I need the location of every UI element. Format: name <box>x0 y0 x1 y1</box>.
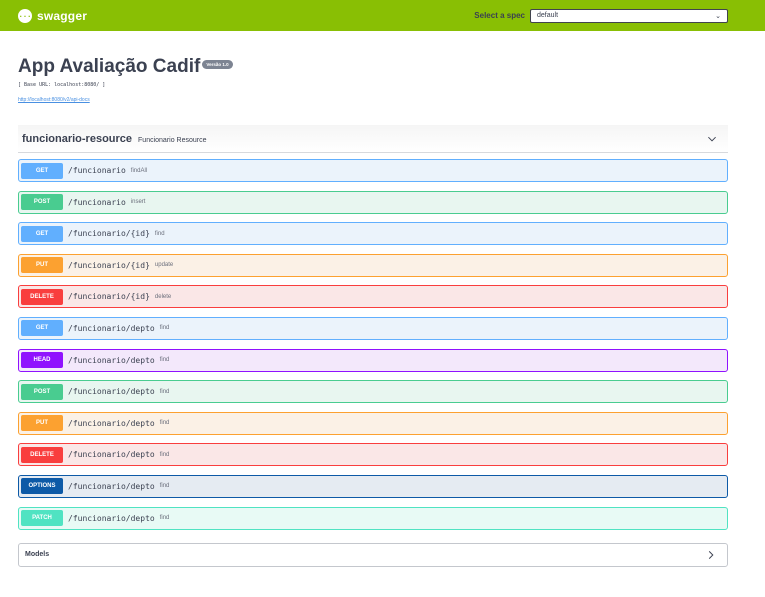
spec-select-value: default <box>537 12 559 19</box>
method-badge: PATCH <box>21 510 63 527</box>
tag-description: Funcionario Resource <box>138 136 207 144</box>
method-badge: PUT <box>21 257 63 274</box>
method-badge: POST <box>21 383 63 400</box>
spec-select[interactable]: default ⌄ <box>530 8 728 23</box>
operation-summary: insert <box>130 199 146 206</box>
tag-title: funcionario-resource Funcionario Resourc… <box>22 133 207 145</box>
api-docs-link[interactable]: http://localhost:8080/v2/api-docs <box>18 97 90 103</box>
operation-delete-funcionario-id[interactable]: DELETE /funcionario/{id} delete <box>18 285 728 309</box>
operation-path: /funcionario/depto <box>68 418 155 428</box>
operation-summary: find <box>159 357 170 364</box>
spec-label: Select a spec <box>474 11 525 20</box>
operation-put-funcionario-depto[interactable]: PUT /funcionario/depto find <box>18 411 728 435</box>
operation-path: /funcionario/depto <box>68 481 155 491</box>
method-badge: GET <box>21 320 63 337</box>
operation-path: /funcionario/{id} <box>68 260 150 270</box>
method-badge: HEAD <box>21 352 63 369</box>
operation-get-funcionario-depto[interactable]: GET /funcionario/depto find <box>18 316 728 340</box>
page-title: App Avaliação Cadif <box>18 56 201 77</box>
api-info: App Avaliação Cadif Versão 1.0 [ Base UR… <box>0 31 765 106</box>
brand[interactable]: {...} swagger <box>14 8 88 23</box>
operation-summary: find <box>159 451 170 458</box>
base-url: [ Base URL: localhost:8080/ ] <box>18 82 106 88</box>
operation-summary: delete <box>154 293 172 300</box>
brand-name: swagger <box>37 8 88 23</box>
chevron-right-icon[interactable] <box>705 549 717 561</box>
swagger-logo-icon: {...} <box>14 8 36 23</box>
operation-summary: update <box>154 262 174 269</box>
operation-head-funcionario-depto[interactable]: HEAD /funcionario/depto find <box>18 348 728 372</box>
method-badge: GET <box>21 225 63 242</box>
method-badge: DELETE <box>21 288 63 305</box>
operation-path: /funcionario/depto <box>68 323 155 333</box>
method-badge: OPTIONS <box>21 478 63 495</box>
operation-path: /funcionario/depto <box>68 355 155 365</box>
operation-path: /funcionario <box>68 166 126 175</box>
operation-summary: find <box>159 420 170 427</box>
top-bar: {...} swagger Select a spec default ⌄ <box>0 0 765 31</box>
operation-options-funcionario-depto[interactable]: OPTIONS /funcionario/depto find <box>18 474 728 498</box>
method-badge: POST <box>21 194 63 211</box>
operation-path: /funcionario/depto <box>68 513 155 523</box>
operation-path: /funcionario/{id} <box>68 292 150 302</box>
title-row: App Avaliação Cadif Versão 1.0 <box>18 56 747 78</box>
method-badge: PUT <box>21 415 63 432</box>
operation-get-funcionario[interactable]: GET /funcionario findAll <box>18 159 728 182</box>
tag-name: funcionario-resource <box>22 132 133 145</box>
operation-summary: find <box>159 388 170 395</box>
tag-header-funcionario-resource[interactable]: funcionario-resource Funcionario Resourc… <box>18 125 728 153</box>
operation-path: /funcionario/{id} <box>68 229 150 239</box>
operation-path: /funcionario <box>68 197 126 207</box>
spec-selector: Select a spec default ⌄ <box>474 8 728 23</box>
chevron-down-icon[interactable] <box>706 133 718 145</box>
operation-summary: find <box>159 483 170 490</box>
operation-get-funcionario-id[interactable]: GET /funcionario/{id} find <box>18 222 728 246</box>
operation-path: /funcionario/depto <box>68 387 155 397</box>
operation-post-funcionario-depto[interactable]: POST /funcionario/depto find <box>18 380 728 404</box>
operation-path: /funcionario/depto <box>68 450 155 460</box>
operations-list: GET /funcionario findAll POST /funcionar… <box>18 153 728 530</box>
operation-patch-funcionario-depto[interactable]: PATCH /funcionario/depto find <box>18 506 728 530</box>
method-badge: GET <box>21 162 63 179</box>
version-badge: Versão 1.0 <box>202 60 233 69</box>
chevron-down-icon: ⌄ <box>715 12 721 20</box>
operation-summary: findAll <box>130 167 148 174</box>
tag-section: funcionario-resource Funcionario Resourc… <box>18 125 728 530</box>
operation-put-funcionario-id[interactable]: PUT /funcionario/{id} update <box>18 253 728 277</box>
operation-summary: find <box>154 230 165 237</box>
models-title: Models <box>25 551 50 559</box>
operation-summary: find <box>159 515 170 522</box>
operation-summary: find <box>159 325 170 332</box>
models-section[interactable]: Models <box>18 542 728 567</box>
operation-post-funcionario[interactable]: POST /funcionario insert <box>18 190 728 214</box>
method-badge: DELETE <box>21 446 63 463</box>
operation-delete-funcionario-depto[interactable]: DELETE /funcionario/depto find <box>18 443 728 467</box>
